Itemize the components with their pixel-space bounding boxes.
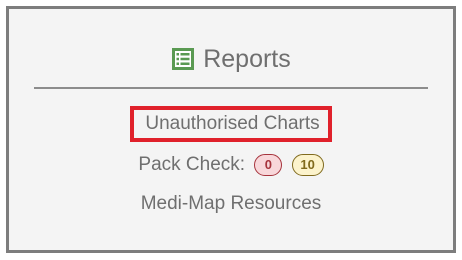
unauthorised-charts-row: Unauthorised Charts [9,106,453,142]
medi-map-resources-row: Medi-Map Resources [9,192,453,216]
header-divider [34,87,428,89]
reports-header: Reports [9,43,453,75]
pack-check-link[interactable]: Pack Check: [138,154,245,175]
pack-check-row: Pack Check: 0 10 [9,153,453,177]
unauthorised-charts-link[interactable]: Unauthorised Charts [130,106,332,142]
page-title: Reports [203,45,291,73]
medi-map-resources-link[interactable]: Medi-Map Resources [141,193,322,214]
reports-panel: Reports Unauthorised Charts Pack Check: … [6,6,456,253]
pack-check-red-badge[interactable]: 0 [254,154,283,176]
report-list-icon [171,47,195,71]
pack-check-yellow-badge[interactable]: 10 [291,154,324,176]
